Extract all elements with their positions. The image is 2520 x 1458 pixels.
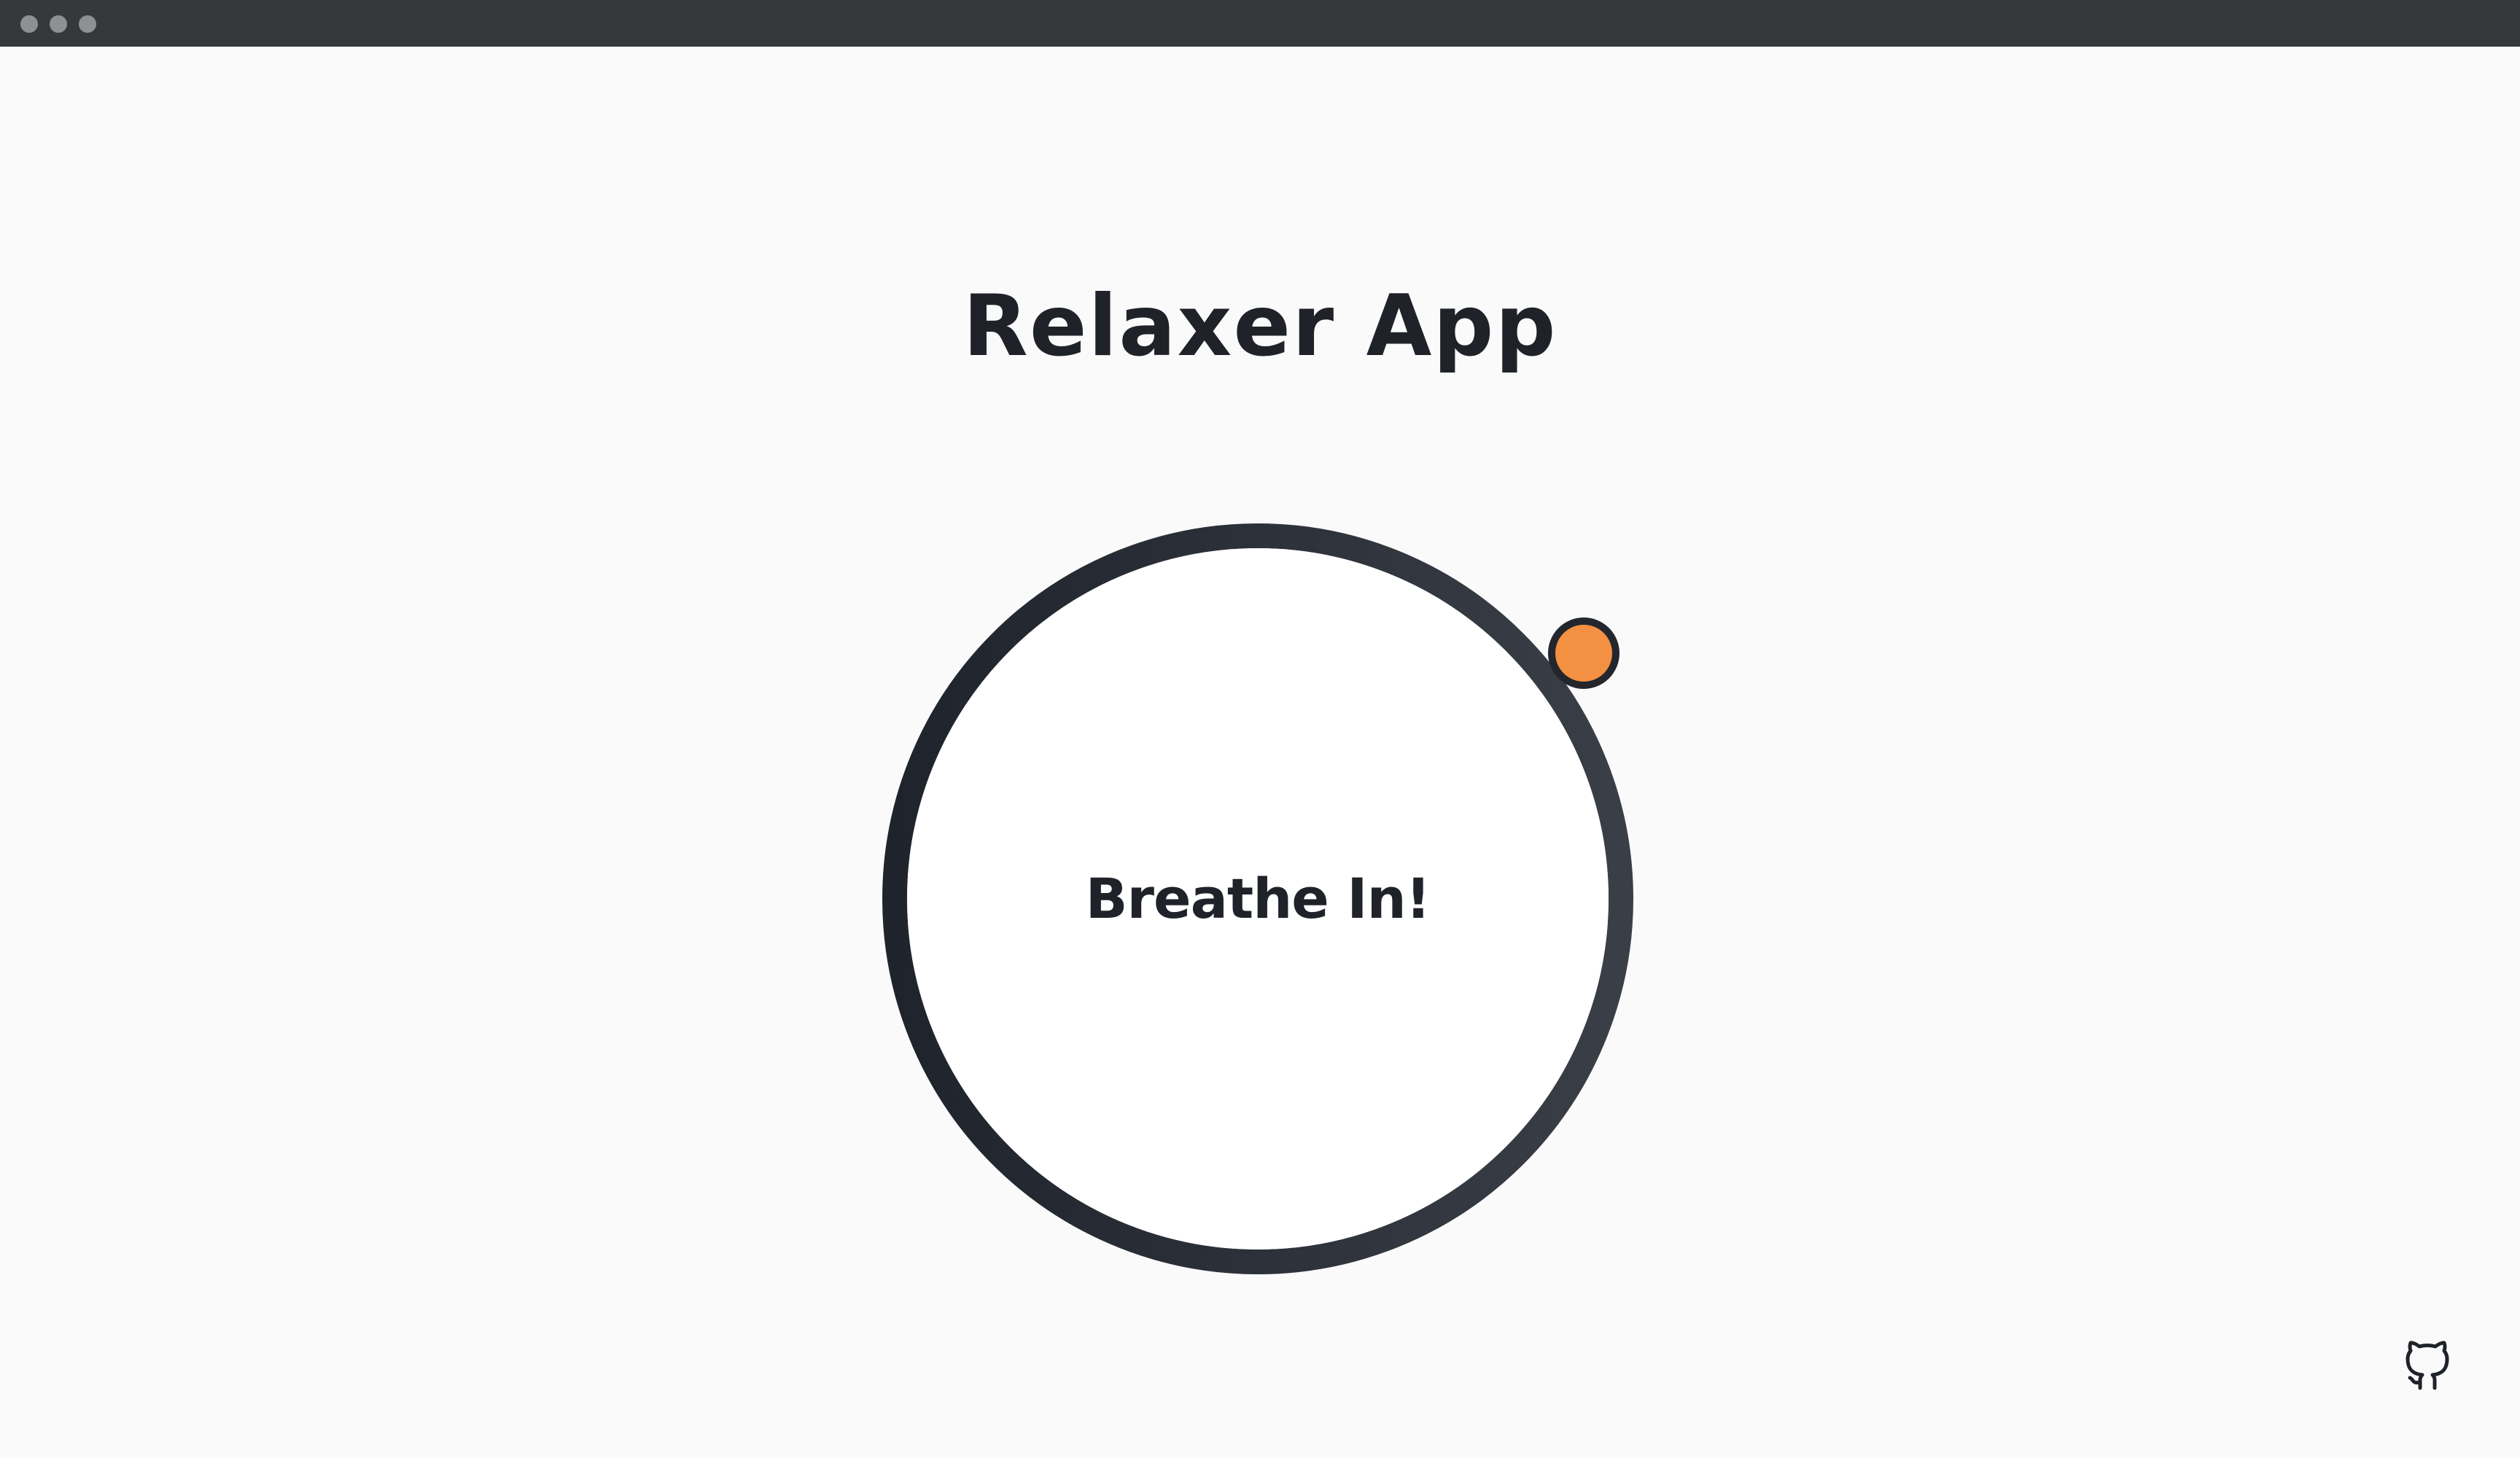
github-link[interactable] — [2399, 1334, 2457, 1392]
app-title: Relaxer App — [962, 277, 1558, 375]
breathing-instruction: Breathe In! — [1085, 866, 1431, 931]
window-close-button[interactable] — [20, 15, 38, 33]
breathing-pointer — [1548, 617, 1619, 689]
github-icon — [2406, 1341, 2449, 1390]
window-titlebar — [0, 0, 2520, 47]
window-minimize-button[interactable] — [50, 15, 67, 33]
window-maximize-button[interactable] — [79, 15, 96, 33]
